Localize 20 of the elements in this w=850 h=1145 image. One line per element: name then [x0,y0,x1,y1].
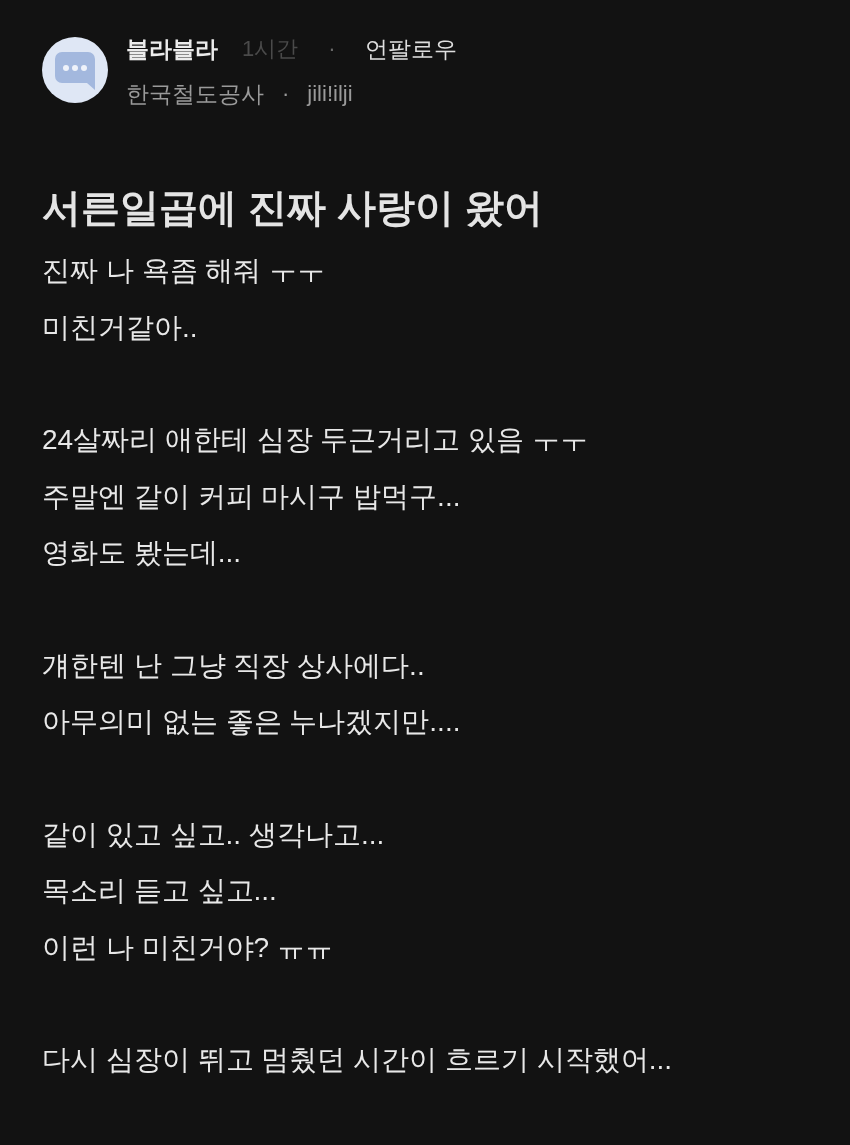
body-text-line: 영화도 봤는데... [42,536,242,570]
body-text-line: 진짜 나 욕좀 해줘 ㅜㅜ [42,254,326,288]
unfollow-button[interactable]: 언팔로우 [364,37,457,61]
post-title: 서른일곱에 진짜 사랑이 왔어 [42,185,544,231]
body-text-line: 같이 있고 싶고.. 생각나고... [42,817,385,852]
user-handle: jili!ilji [307,82,353,106]
body-text-line: 24살짜리 애한테 심장 두근거리고 있음 ㅜㅜ [42,423,589,457]
body-text-line: 이런 나 미친거야? ㅠㅠ [42,930,333,965]
body-text-line: 아무의미 없는 좋은 누나겠지만.... [42,705,461,739]
body-text-line: 다시 심장이 뛰고 멈췄던 시간이 흐르기 시작했어... [42,1043,672,1077]
body-text-line: 걔한텐 난 그냥 직장 상사에다.. [42,648,425,683]
post-time: 1시간 [242,37,299,61]
separator-dot: · [328,37,336,61]
body-text-line: 미친거같아.. [42,310,198,345]
speech-bubble-icon [42,37,108,103]
body-text-line: 목소리 듣고 싶고... [42,874,277,908]
body-text-line: 주말엔 같이 커피 마시구 밥먹구... [42,479,461,514]
company-name: 한국철도공사 [126,82,264,106]
author-name: 블라블라 [126,37,218,61]
separator-dot: · [282,82,290,106]
